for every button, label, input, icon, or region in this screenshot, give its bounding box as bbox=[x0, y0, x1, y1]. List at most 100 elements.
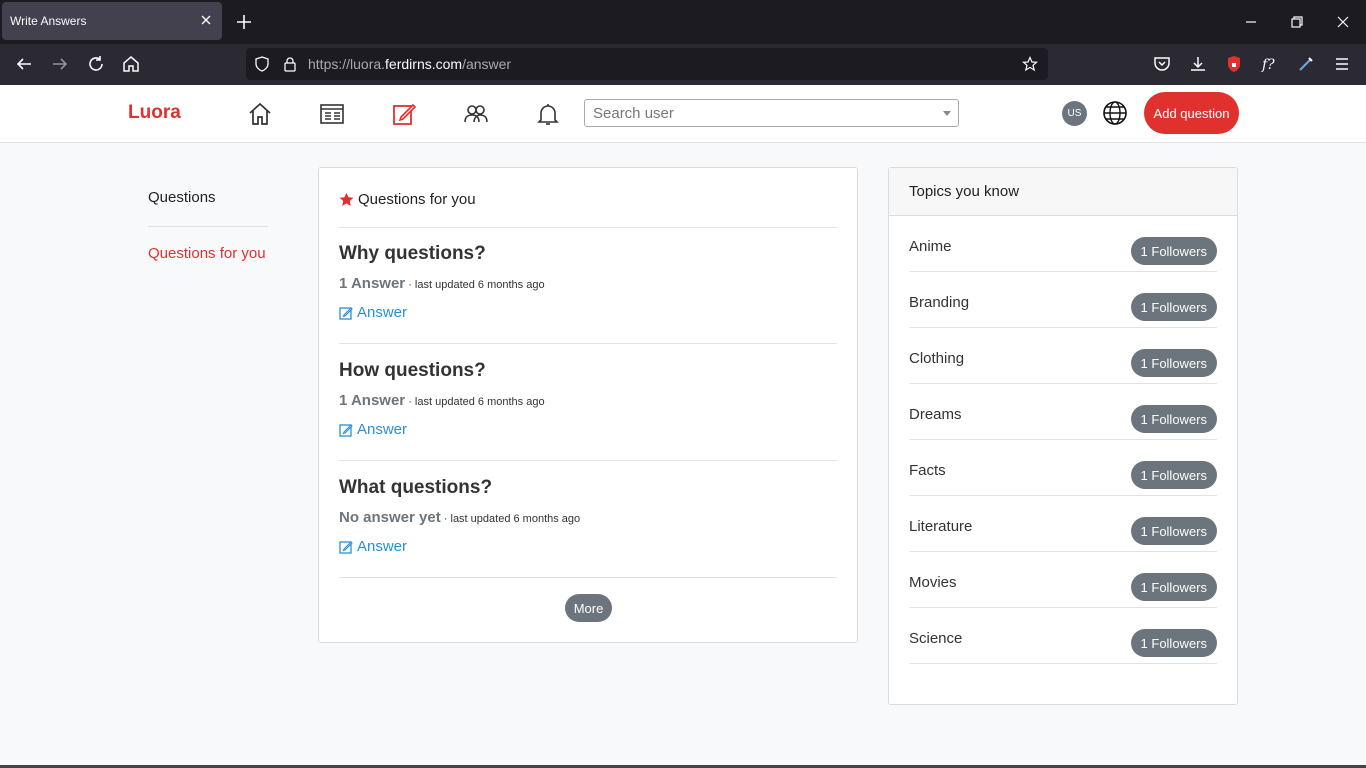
people-icon[interactable] bbox=[463, 101, 489, 127]
browser-tab-strip: Write Answers bbox=[0, 0, 1366, 44]
divider bbox=[339, 460, 837, 461]
url-domain: ferdirns.com bbox=[385, 56, 463, 72]
search-input[interactable] bbox=[585, 100, 925, 126]
browser-toolbar: https://luora.ferdirns.com/answer f? bbox=[0, 44, 1366, 85]
topic-name[interactable]: Dreams bbox=[909, 406, 962, 423]
more-button[interactable]: More bbox=[565, 594, 612, 622]
answer-count: 1 Answer bbox=[339, 275, 406, 292]
edit-icon bbox=[339, 306, 353, 320]
menu-icon[interactable] bbox=[1332, 54, 1352, 74]
questions-card: Questions for you Why questions? 1 Answe… bbox=[318, 167, 858, 643]
topics-heading: Topics you know bbox=[889, 168, 1237, 216]
answer-link-label: Answer bbox=[357, 304, 408, 321]
last-updated: · last updated 6 months ago bbox=[408, 279, 545, 291]
sidebar-item-questions-for-you[interactable]: Questions for you bbox=[148, 245, 266, 262]
card-heading-label: Questions for you bbox=[358, 191, 476, 208]
topic-row[interactable]: Branding 1 Followers bbox=[909, 272, 1217, 328]
download-icon[interactable] bbox=[1188, 54, 1208, 74]
topic-row[interactable]: Science 1 Followers bbox=[909, 608, 1217, 664]
sidebar-divider bbox=[148, 226, 268, 227]
topic-name[interactable]: Literature bbox=[909, 518, 972, 535]
followers-badge: 1 Followers bbox=[1130, 573, 1217, 601]
question-title[interactable]: What questions? bbox=[339, 477, 837, 499]
bell-icon[interactable] bbox=[535, 101, 561, 127]
question-meta: No answer yet · last updated 6 months ag… bbox=[339, 509, 837, 526]
divider bbox=[339, 343, 837, 344]
followers-badge: 1 Followers bbox=[1130, 461, 1217, 489]
minimize-icon[interactable] bbox=[1242, 13, 1260, 31]
topic-name[interactable]: Movies bbox=[909, 574, 957, 591]
edit-icon bbox=[339, 423, 353, 437]
globe-icon[interactable] bbox=[1102, 100, 1128, 126]
chevron-down-icon[interactable] bbox=[943, 111, 951, 116]
news-icon[interactable] bbox=[319, 101, 345, 127]
new-tab-icon[interactable] bbox=[234, 12, 254, 32]
app-header: Luora US Add question bbox=[0, 85, 1366, 143]
answer-link-label: Answer bbox=[357, 421, 408, 438]
shield-icon[interactable] bbox=[254, 56, 270, 72]
star-icon bbox=[339, 192, 354, 206]
question-item: Why questions? 1 Answer · last updated 6… bbox=[339, 243, 837, 321]
back-icon[interactable] bbox=[14, 54, 34, 74]
topic-row[interactable]: Facts 1 Followers bbox=[909, 440, 1217, 496]
add-question-button[interactable]: Add question bbox=[1144, 92, 1239, 134]
card-heading: Questions for you bbox=[339, 191, 476, 208]
answer-count: No answer yet bbox=[339, 509, 441, 526]
svg-text:f?: f? bbox=[1261, 57, 1275, 73]
last-updated: · last updated 6 months ago bbox=[443, 513, 581, 525]
pocket-icon[interactable] bbox=[1152, 54, 1172, 74]
answer-link-label: Answer bbox=[357, 538, 408, 555]
topic-name[interactable]: Clothing bbox=[909, 350, 964, 367]
topic-row[interactable]: Dreams 1 Followers bbox=[909, 384, 1217, 440]
color-picker-icon[interactable] bbox=[1296, 54, 1316, 74]
avatar[interactable]: US bbox=[1062, 101, 1087, 126]
extension-shield-icon[interactable] bbox=[1224, 54, 1244, 74]
divider bbox=[339, 577, 837, 578]
close-tab-icon[interactable] bbox=[198, 12, 214, 28]
topics-card: Topics you know Anime 1 Followers Brandin… bbox=[888, 167, 1238, 705]
question-item: How questions? 1 Answer · last updated 6… bbox=[339, 360, 837, 438]
followers-badge: 1 Followers bbox=[1130, 237, 1217, 265]
sidebar-item-questions[interactable]: Questions bbox=[148, 189, 216, 206]
topic-name[interactable]: Facts bbox=[909, 462, 946, 479]
brand-logo[interactable]: Luora bbox=[128, 102, 181, 124]
topic-row[interactable]: Anime 1 Followers bbox=[909, 216, 1217, 272]
url-path: /answer bbox=[462, 56, 512, 72]
question-title[interactable]: Why questions? bbox=[339, 243, 837, 265]
restore-icon[interactable] bbox=[1288, 13, 1306, 31]
topic-row[interactable]: Literature 1 Followers bbox=[909, 496, 1217, 552]
url-prefix: https://luora. bbox=[308, 56, 386, 72]
answer-link[interactable]: Answer bbox=[339, 421, 837, 438]
followers-badge: 1 Followers bbox=[1130, 405, 1217, 433]
formula-extension-icon[interactable]: f? bbox=[1260, 54, 1280, 74]
browser-tab[interactable]: Write Answers bbox=[2, 2, 222, 40]
question-meta: 1 Answer · last updated 6 months ago bbox=[339, 392, 837, 409]
lock-icon[interactable] bbox=[282, 56, 298, 72]
tab-title: Write Answers bbox=[10, 14, 87, 28]
question-item: What questions? No answer yet · last upd… bbox=[339, 477, 837, 555]
topic-row[interactable]: Clothing 1 Followers bbox=[909, 328, 1217, 384]
answer-link[interactable]: Answer bbox=[339, 538, 837, 555]
address-bar[interactable]: https://luora.ferdirns.com/answer bbox=[246, 48, 1048, 80]
question-meta: 1 Answer · last updated 6 months ago bbox=[339, 275, 837, 292]
answer-count: 1 Answer bbox=[339, 392, 406, 409]
bookmark-star-icon[interactable] bbox=[1022, 56, 1038, 72]
last-updated: · last updated 6 months ago bbox=[408, 396, 545, 408]
question-title[interactable]: How questions? bbox=[339, 360, 837, 382]
reload-icon[interactable] bbox=[86, 54, 106, 74]
write-answer-icon[interactable] bbox=[391, 101, 417, 127]
topic-row[interactable]: Movies 1 Followers bbox=[909, 552, 1217, 608]
topic-name[interactable]: Anime bbox=[909, 238, 952, 255]
home-icon[interactable] bbox=[247, 101, 273, 127]
followers-badge: 1 Followers bbox=[1130, 517, 1217, 545]
topic-name[interactable]: Science bbox=[909, 630, 962, 647]
topic-name[interactable]: Branding bbox=[909, 294, 969, 311]
home-icon[interactable] bbox=[121, 54, 141, 74]
url-text[interactable]: https://luora.ferdirns.com/answer bbox=[308, 56, 511, 72]
answer-link[interactable]: Answer bbox=[339, 304, 837, 321]
followers-badge: 1 Followers bbox=[1130, 629, 1217, 657]
search-user-select[interactable] bbox=[584, 99, 959, 127]
forward-icon[interactable] bbox=[50, 54, 70, 74]
close-window-icon[interactable] bbox=[1334, 13, 1352, 31]
edit-icon bbox=[339, 540, 353, 554]
